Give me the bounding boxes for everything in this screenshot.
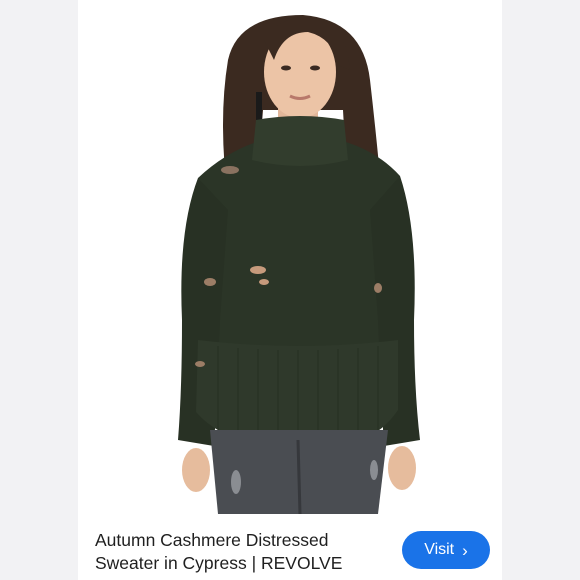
visit-button[interactable]: Visit › [402,531,490,569]
product-title-line-2: Sweater in Cypress | REVOLVE [95,553,343,573]
product-image[interactable] [78,0,502,514]
side-gutter-left [0,0,80,580]
side-gutter-right [500,0,580,580]
chevron-right-icon: › [462,540,468,560]
product-title-line-1: Autumn Cashmere Distressed [95,530,329,550]
visit-button-label: Visit [424,541,455,558]
product-illustration [178,15,420,514]
result-caption: Autumn Cashmere Distressed Sweater in Cy… [78,514,502,580]
result-card[interactable]: Autumn Cashmere Distressed Sweater in Cy… [78,0,502,580]
product-title[interactable]: Autumn Cashmere Distressed Sweater in Cy… [95,529,385,575]
